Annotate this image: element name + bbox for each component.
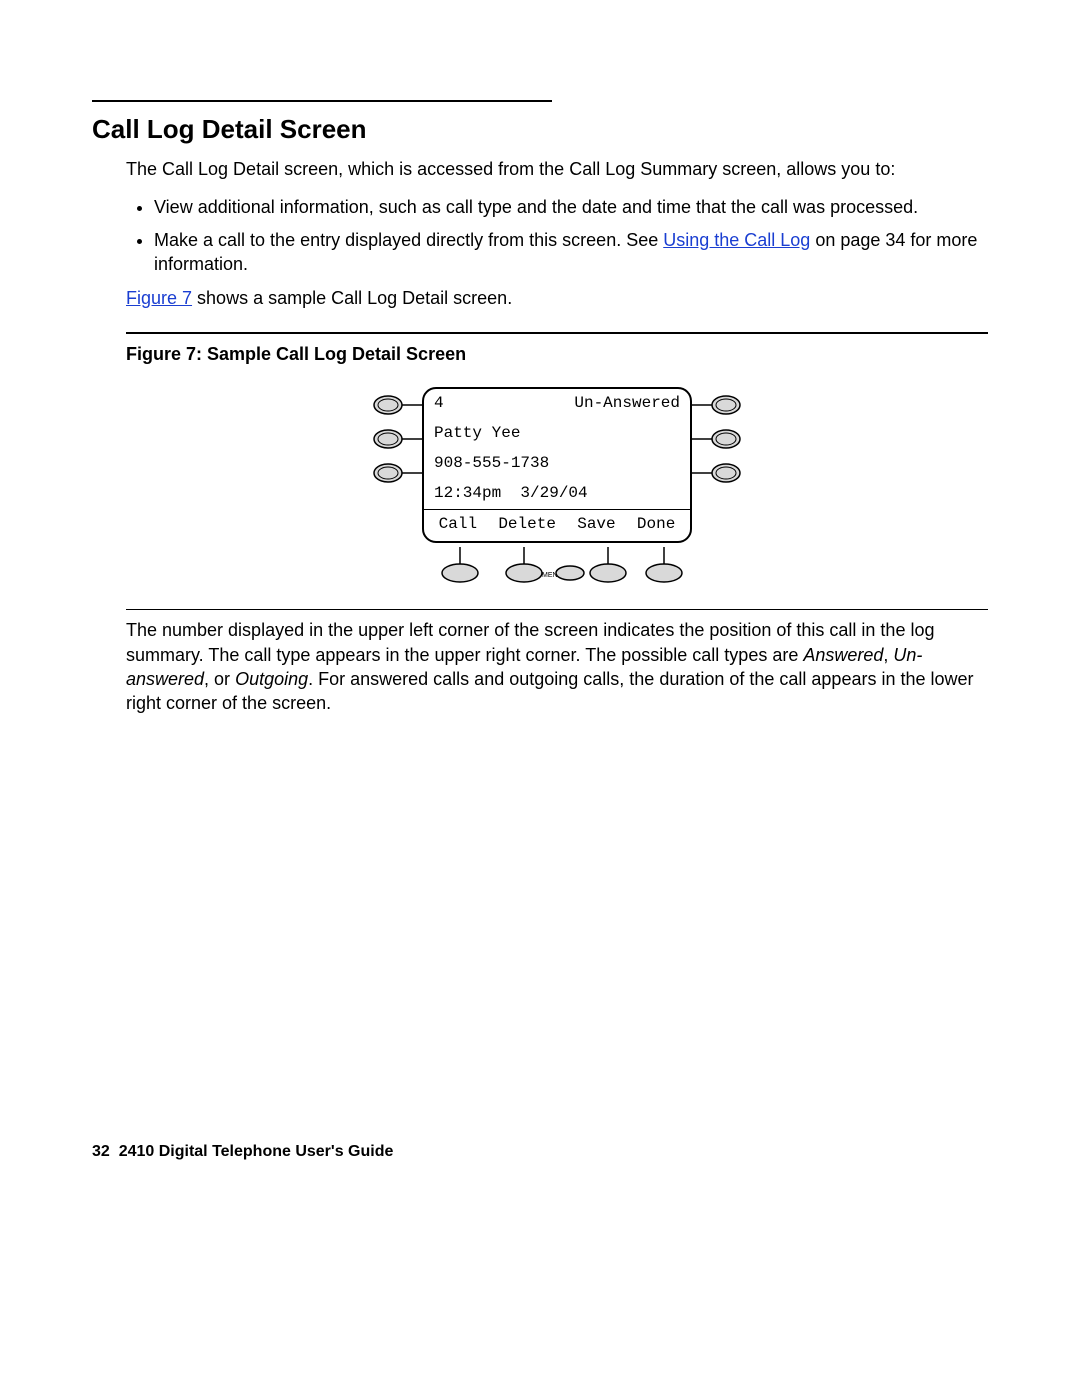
intro-bullets: View additional information, such as cal… <box>154 195 988 276</box>
side-button-right-3 <box>692 459 742 487</box>
lcd-row-3: 908-555-1738 <box>424 449 690 479</box>
softkey-save: Save <box>577 514 615 536</box>
lcd-caller-name: Patty Yee <box>434 423 680 447</box>
lcd-row-2: Patty Yee <box>424 419 690 449</box>
intro-lead: The Call Log Detail screen, which is acc… <box>126 157 988 181</box>
intro-block: The Call Log Detail screen, which is acc… <box>126 157 988 716</box>
softkey-btn-1 <box>442 547 478 582</box>
figure-top-rule <box>126 332 988 334</box>
softkey-delete: Delete <box>498 514 556 536</box>
menu-button: MENU <box>542 566 584 580</box>
lcd-softkeys: Call Delete Save Done <box>424 509 690 542</box>
bullet-2: Make a call to the entry displayed direc… <box>154 228 988 277</box>
side-button-left-1 <box>372 391 422 419</box>
figref-para: Figure 7 shows a sample Call Log Detail … <box>126 286 988 310</box>
bottom-buttons: MENU <box>422 547 692 587</box>
link-using-call-log[interactable]: Using the Call Log <box>663 230 810 250</box>
side-button-left-3 <box>372 459 422 487</box>
side-button-left-2 <box>372 425 422 453</box>
link-figure-7[interactable]: Figure 7 <box>126 288 192 308</box>
phone-diagram: 4 Un-Answered Patty Yee 908-555-1738 12:… <box>372 387 742 588</box>
softkey-btn-4 <box>646 547 682 582</box>
softkey-btn-3 <box>590 547 626 582</box>
left-side-buttons <box>372 387 422 487</box>
lcd-time: 12:34pm 3/29/04 <box>434 483 680 507</box>
bottom-buttons-svg: MENU <box>422 547 692 587</box>
page-footer: 32 2410 Digital Telephone User's Guide <box>92 1143 393 1161</box>
page: Call Log Detail Screen The Call Log Deta… <box>0 0 1080 1397</box>
page-number: 32 <box>92 1143 110 1160</box>
softkey-call: Call <box>439 514 477 536</box>
bullet-1: View additional information, such as cal… <box>154 195 988 219</box>
section-title: Call Log Detail Screen <box>92 114 988 145</box>
side-button-right-2 <box>692 425 742 453</box>
lcd-position: 4 <box>434 393 574 417</box>
lcd-screen: 4 Un-Answered Patty Yee 908-555-1738 12:… <box>422 387 692 544</box>
lcd-call-type: Un-Answered <box>574 393 680 417</box>
softkey-done: Done <box>637 514 675 536</box>
top-short-rule <box>92 100 552 102</box>
bullet-2-prefix: Make a call to the entry displayed direc… <box>154 230 663 250</box>
figure-caption: Figure 7: Sample Call Log Detail Screen <box>126 342 988 366</box>
softkey-btn-2 <box>506 547 542 582</box>
figure-bottom-rule <box>126 609 988 610</box>
lcd-column: 4 Un-Answered Patty Yee 908-555-1738 12:… <box>422 387 692 588</box>
type-outgoing: Outgoing <box>235 669 308 689</box>
lcd-row-1: 4 Un-Answered <box>424 389 690 419</box>
explanation-para: The number displayed in the upper left c… <box>126 618 988 715</box>
lcd-caller-number: 908-555-1738 <box>434 453 680 477</box>
figref-suffix: shows a sample Call Log Detail screen. <box>192 288 512 308</box>
type-answered: Answered <box>803 645 883 665</box>
right-side-buttons <box>692 387 742 487</box>
figure-wrap: 4 Un-Answered Patty Yee 908-555-1738 12:… <box>126 387 988 588</box>
side-button-right-1 <box>692 391 742 419</box>
doc-title: 2410 Digital Telephone User's Guide <box>119 1143 394 1160</box>
lcd-row-4: 12:34pm 3/29/04 <box>424 479 690 509</box>
